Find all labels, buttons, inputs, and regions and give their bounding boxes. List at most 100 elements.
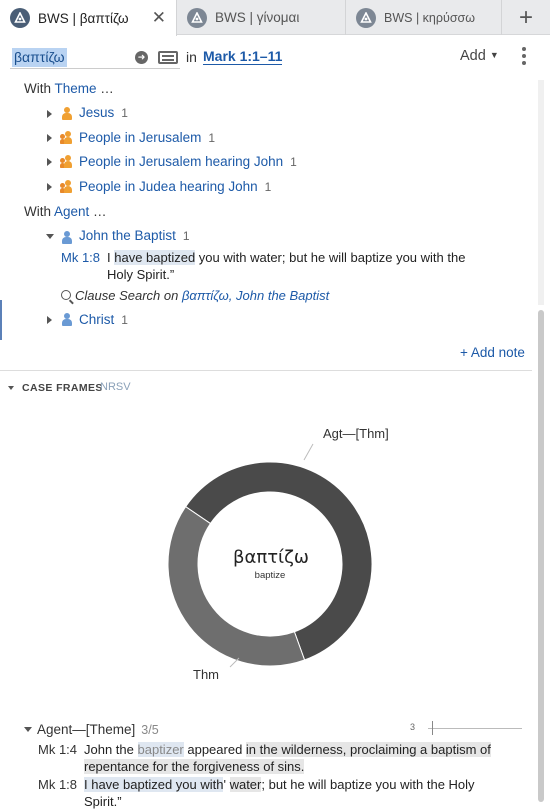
clause-search-terms[interactable]: βαπτίζω, John the Baptist [182, 288, 329, 303]
add-menu-button[interactable]: Add ▼ [460, 48, 499, 64]
theme-item-people-jerusalem[interactable]: People in Jerusalem 1 [79, 130, 215, 145]
divider [0, 370, 532, 371]
group-icon [60, 155, 72, 168]
example-text: I have baptized you with' water; but he … [84, 776, 524, 810]
collapse-arrow-icon[interactable] [24, 727, 32, 732]
add-label: Add [460, 48, 486, 64]
group-icon [60, 131, 72, 144]
leader-line [303, 443, 314, 461]
ellipsis: … [96, 81, 114, 96]
search-value: βαπτίζω [12, 48, 67, 67]
expand-arrow-icon[interactable] [47, 134, 52, 142]
collapse-section-icon[interactable] [8, 386, 14, 390]
slider-value: 3 [410, 722, 416, 732]
expand-arrow-icon[interactable] [47, 183, 52, 191]
tab-bws-baptizo[interactable]: BWS | βαπτίζω ✕ [0, 0, 177, 36]
with-prefix: With [24, 81, 51, 96]
expand-arrow-icon[interactable] [47, 158, 52, 166]
expand-arrow-icon[interactable] [47, 316, 52, 324]
verse-ref-link[interactable]: Mk 1:8 [61, 250, 100, 265]
logos-icon [356, 7, 376, 28]
agent-item-john-the-baptist[interactable]: John the Baptist 1 [79, 228, 190, 243]
keyboard-icon[interactable] [158, 51, 178, 64]
item-count: 1 [182, 229, 190, 243]
ex-part: ; but he will baptize you with the Holy [261, 777, 475, 792]
expand-arrow-icon[interactable] [47, 110, 52, 118]
group-icon [60, 180, 72, 193]
person-icon [62, 313, 72, 326]
slice-label: Thm [193, 667, 219, 682]
item-count: 1 [121, 106, 128, 120]
toolbar: βαπτίζω ➜ in Mark 1:1–11 Add ▼ [0, 36, 550, 80]
ex-line2: Spirit.” [84, 794, 122, 809]
in-label: in [186, 49, 197, 65]
item-label: Christ [79, 312, 115, 327]
new-tab-button[interactable]: + [502, 0, 550, 35]
verse-text: I have baptized you with water; but he w… [107, 249, 527, 283]
scroll-track [538, 80, 544, 305]
frame-agent-theme[interactable]: Agent—[Theme] 3/5 [37, 722, 159, 737]
clause-search-label: Clause Search [75, 288, 161, 303]
clause-search-link[interactable]: Clause Search on βαπτίζω, John the Bapti… [75, 288, 329, 303]
theme-keyword[interactable]: Theme [55, 81, 97, 96]
verse-highlight: have baptized [114, 250, 196, 265]
with-agent-heading: With Agent … [24, 204, 107, 219]
verse-post: you with water; but he will baptize you … [195, 250, 466, 265]
example-text: John the baptizer appeared in the wilder… [84, 741, 524, 775]
ex-part-highlight: in the wilderness, proclaiming a baptism… [245, 742, 491, 757]
person-icon [62, 107, 72, 120]
selection-edge [0, 300, 2, 340]
tab-label: BWS | βαπτίζω [38, 10, 129, 26]
example-ref[interactable]: Mk 1:4 [38, 742, 77, 757]
tab-bws-kerusso[interactable]: BWS | κηρύσσω [346, 0, 502, 35]
ex-part: appeared [183, 742, 246, 757]
collapse-arrow-icon[interactable] [46, 234, 54, 239]
search-icon-handle [69, 299, 74, 305]
agent-item-christ[interactable]: Christ 1 [79, 312, 128, 327]
item-count: 1 [290, 155, 297, 169]
more-options-icon[interactable] [522, 47, 528, 68]
slider-handle[interactable] [432, 721, 433, 735]
example-ref[interactable]: Mk 1:8 [38, 777, 77, 792]
center-word: βαπτίζω [233, 547, 309, 568]
clause-on: on [163, 288, 179, 303]
item-count: 1 [121, 313, 128, 327]
frame-label: Agent—[Theme] [37, 722, 136, 737]
case-frames-version[interactable]: NRSV [100, 381, 131, 393]
ellipsis: … [89, 204, 107, 219]
ex-part: ' [223, 777, 230, 792]
theme-item-people-judea-hearing-john[interactable]: People in Judea hearing John 1 [79, 179, 271, 194]
slider-track[interactable] [428, 728, 522, 729]
item-label: People in Jerusalem [79, 130, 202, 145]
item-label: Jesus [79, 105, 115, 120]
item-count: 1 [264, 180, 272, 194]
case-frames-title[interactable]: CASE FRAMES [22, 382, 103, 394]
verse-line2: Holy Spirit.” [107, 267, 175, 282]
tab-label: BWS | κηρύσσω [384, 10, 476, 25]
add-note-button[interactable]: + Add note [460, 345, 525, 360]
passage-range-link[interactable]: Mark 1:1–11 [203, 48, 283, 65]
tab-bws-ginomai[interactable]: BWS | γίνομαι [177, 0, 346, 35]
logos-icon [10, 8, 30, 28]
slice-label: Agt—[Thm] [323, 426, 389, 441]
search-input[interactable]: βαπτίζω ➜ [10, 47, 180, 69]
tab-bar: BWS | βαπτίζω ✕ BWS | γίνομαι BWS | κηρύ… [0, 0, 550, 36]
go-arrow-icon[interactable]: ➜ [135, 51, 148, 64]
theme-item-people-jerusalem-hearing-john[interactable]: People in Jerusalem hearing John 1 [79, 154, 297, 169]
with-prefix: With [24, 204, 51, 219]
tab-label: BWS | γίνομαι [215, 10, 300, 25]
item-label: People in Jerusalem hearing John [79, 154, 284, 169]
ex-line2: repentance for the forgiveness of sins. [84, 759, 305, 774]
item-count: 1 [208, 131, 216, 145]
ex-part: John the [84, 742, 138, 757]
agent-keyword[interactable]: Agent [54, 204, 89, 219]
item-label: People in Judea hearing John [79, 179, 258, 194]
logos-icon [187, 7, 207, 28]
close-tab-icon[interactable]: ✕ [152, 8, 166, 28]
ex-part-highlight: I have baptized you with [84, 777, 224, 792]
theme-item-jesus[interactable]: Jesus 1 [79, 105, 128, 120]
frame-fraction: 3/5 [141, 723, 159, 737]
ex-part-highlight: water [229, 777, 262, 792]
item-label: John the Baptist [79, 228, 176, 243]
with-theme-heading: With Theme … [24, 81, 114, 96]
